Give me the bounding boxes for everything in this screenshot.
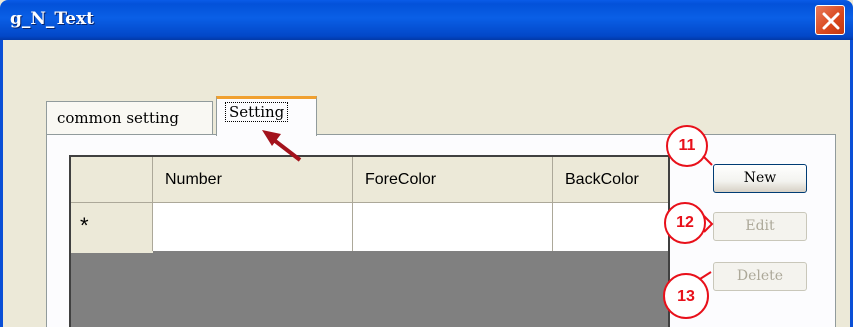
callout-number-12: 12 (676, 214, 694, 231)
callout-number-13: 13 (677, 288, 695, 305)
callout-number-11: 11 (678, 137, 696, 154)
arrow-icon (262, 130, 302, 162)
callout-overlay (262, 125, 714, 319)
